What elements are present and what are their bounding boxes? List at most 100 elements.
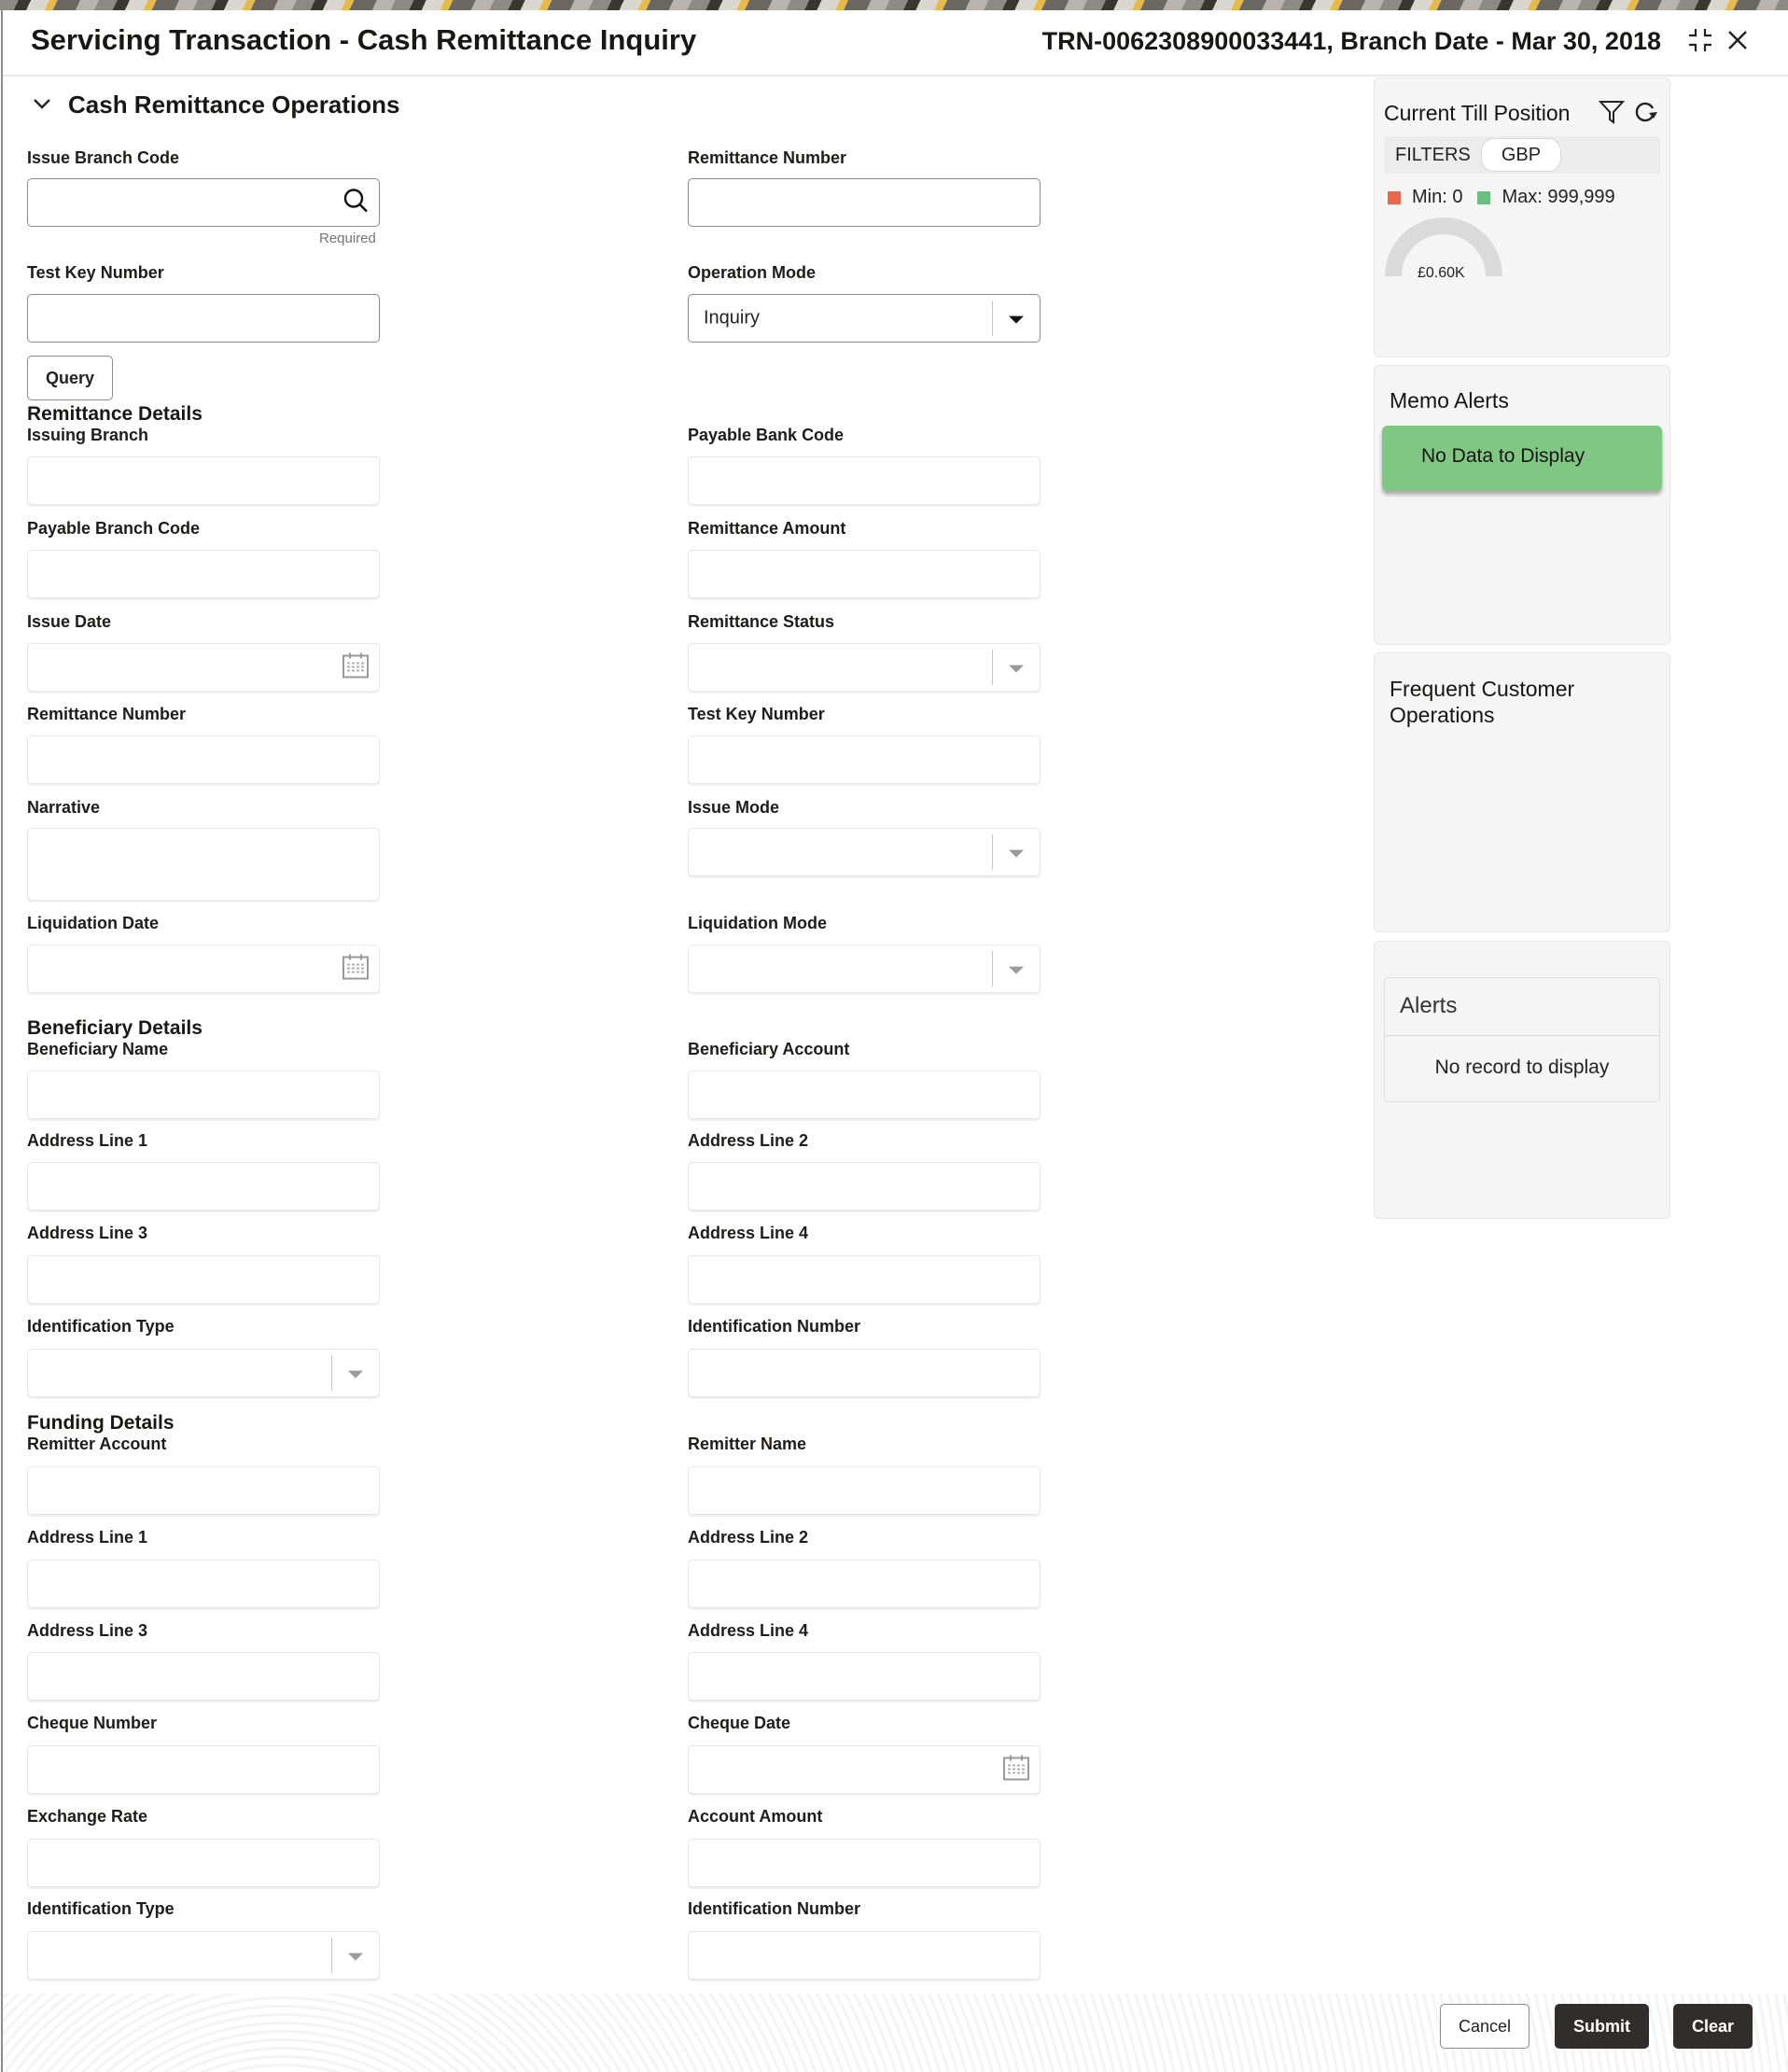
beneficiary-identification-type-label: Identification Type [27, 1317, 175, 1336]
narrative-label: Narrative [27, 798, 101, 817]
beneficiary-name-input[interactable] [27, 1071, 380, 1119]
issue-date-label: Issue Date [27, 612, 112, 631]
dialog-header: Servicing Transaction - Cash Remittance … [3, 10, 1788, 77]
clear-button[interactable]: Clear [1673, 2004, 1753, 2049]
remittance-status-label: Remittance Status [688, 612, 835, 631]
cancel-button[interactable]: Cancel [1440, 2004, 1530, 2049]
till-legend: Min: 0 Max: 999,999 [1388, 187, 1630, 208]
dropdown-arrow-icon [1009, 315, 1024, 324]
filters-bar: FILTERS GBP [1384, 136, 1660, 174]
section-title: Cash Remittance Operations [68, 91, 400, 119]
memo-alerts-title: Memo Alerts [1390, 388, 1509, 413]
beneficiary-address-line-3-input[interactable] [27, 1255, 380, 1304]
beneficiary-address-line-1-input[interactable] [27, 1162, 380, 1211]
close-icon[interactable] [1719, 21, 1756, 59]
remittance-amount-input[interactable] [688, 550, 1041, 598]
select-divider [992, 834, 993, 870]
alerts-title: Alerts [1400, 993, 1458, 1018]
remittance-status-select[interactable] [688, 643, 1041, 692]
funding-address-line-3-input[interactable] [27, 1652, 380, 1701]
section-toggle[interactable]: Cash Remittance Operations [33, 91, 399, 119]
liquidation-mode-select[interactable] [688, 945, 1041, 993]
issue-branch-code-label: Issue Branch Code [27, 148, 180, 167]
beneficiary-address-line-2-input[interactable] [688, 1162, 1041, 1211]
banner-strip [0, 0, 1788, 10]
till-position-panel: Current Till Position FILTERS GBP Min: 0… [1374, 77, 1670, 357]
beneficiary-account-input[interactable] [688, 1071, 1041, 1119]
liquidation-date-label: Liquidation Date [27, 914, 159, 932]
select-divider [992, 951, 993, 987]
issuing-branch-input[interactable] [27, 456, 380, 505]
funding-address-line-1-input[interactable] [27, 1560, 380, 1608]
payable-bank-code-input[interactable] [688, 456, 1041, 505]
liquidation-date-input[interactable] [27, 945, 380, 993]
cheque-number-input[interactable] [27, 1745, 380, 1794]
select-divider [992, 650, 993, 685]
minimize-icon[interactable] [1682, 21, 1719, 59]
remitter-account-input[interactable] [27, 1466, 380, 1515]
max-swatch [1477, 190, 1491, 204]
test-key-number-query-input[interactable] [27, 294, 380, 343]
beneficiary-identification-type-select[interactable] [27, 1349, 380, 1397]
account-amount-input[interactable] [688, 1839, 1041, 1887]
search-icon[interactable] [342, 187, 370, 219]
alerts-table: Alerts No record to display [1384, 977, 1660, 1102]
beneficiary-address-line-4-input[interactable] [688, 1255, 1041, 1304]
issue-mode-label: Issue Mode [688, 798, 780, 817]
gauge-value: £0.60K [1418, 265, 1465, 281]
remittance-number-query-label: Remittance Number [688, 148, 847, 167]
narrative-textarea[interactable] [27, 828, 380, 901]
filter-icon[interactable] [1598, 99, 1626, 130]
dropdown-arrow-icon [1009, 665, 1024, 673]
remittance-number-query-input[interactable] [688, 178, 1041, 227]
exchange-rate-input[interactable] [27, 1839, 380, 1887]
beneficiary-details-title: Beneficiary Details [27, 1017, 203, 1039]
transaction-dialog: Servicing Transaction - Cash Remittance … [1, 10, 1788, 2072]
alerts-header: Alerts [1385, 978, 1659, 1036]
memo-alerts-empty-text: No Data to Display [1421, 445, 1585, 467]
beneficiary-address-line-4-label: Address Line 4 [688, 1224, 809, 1242]
funding-address-line-2-label: Address Line 2 [688, 1528, 809, 1547]
memo-alerts-empty-box: No Data to Display [1382, 426, 1662, 491]
funding-identification-type-label: Identification Type [27, 1899, 175, 1918]
chevron-down-icon [33, 94, 51, 116]
remitter-name-label: Remitter Name [688, 1435, 807, 1453]
operation-mode-label: Operation Mode [688, 263, 817, 282]
currency-filter-chip[interactable]: GBP [1481, 138, 1561, 172]
remittance-amount-label: Remittance Amount [688, 519, 846, 538]
filters-label: FILTERS [1395, 145, 1471, 165]
submit-button[interactable]: Submit [1555, 2004, 1649, 2049]
payable-branch-code-label: Payable Branch Code [27, 519, 201, 538]
min-label: Min: 0 [1412, 187, 1463, 207]
calendar-icon[interactable] [1002, 1754, 1030, 1786]
funding-identification-type-select[interactable] [27, 1931, 380, 1980]
page-title: Servicing Transaction - Cash Remittance … [31, 23, 697, 56]
calendar-icon[interactable] [342, 651, 370, 684]
funding-address-line-2-input[interactable] [688, 1560, 1041, 1608]
query-button[interactable]: Query [27, 356, 113, 400]
refresh-icon[interactable] [1632, 99, 1658, 130]
till-position-title: Current Till Position [1384, 101, 1571, 125]
liquidation-mode-label: Liquidation Mode [688, 914, 827, 932]
issue-date-input[interactable] [27, 643, 380, 692]
funding-address-line-4-input[interactable] [688, 1652, 1041, 1701]
issuing-branch-label: Issuing Branch [27, 426, 149, 444]
funding-identification-number-label: Identification Number [688, 1899, 861, 1918]
alerts-panel: Alerts No record to display [1374, 941, 1670, 1219]
payable-bank-code-label: Payable Bank Code [688, 426, 845, 444]
issue-mode-select[interactable] [688, 828, 1041, 876]
beneficiary-account-label: Beneficiary Account [688, 1040, 850, 1058]
operation-mode-value: Inquiry [704, 307, 761, 329]
test-key-number-input[interactable] [688, 735, 1041, 784]
issue-branch-code-input[interactable] [27, 178, 380, 227]
cheque-date-input[interactable] [688, 1745, 1041, 1794]
funding-address-line-1-label: Address Line 1 [27, 1528, 148, 1547]
beneficiary-identification-number-input[interactable] [688, 1349, 1041, 1397]
calendar-icon[interactable] [342, 953, 370, 986]
remitter-name-input[interactable] [688, 1466, 1041, 1515]
funding-identification-number-input[interactable] [688, 1931, 1041, 1980]
operation-mode-select[interactable]: Inquiry [688, 294, 1041, 343]
payable-branch-code-input[interactable] [27, 550, 380, 598]
remittance-number-input[interactable] [27, 735, 380, 784]
cheque-date-label: Cheque Date [688, 1714, 791, 1732]
